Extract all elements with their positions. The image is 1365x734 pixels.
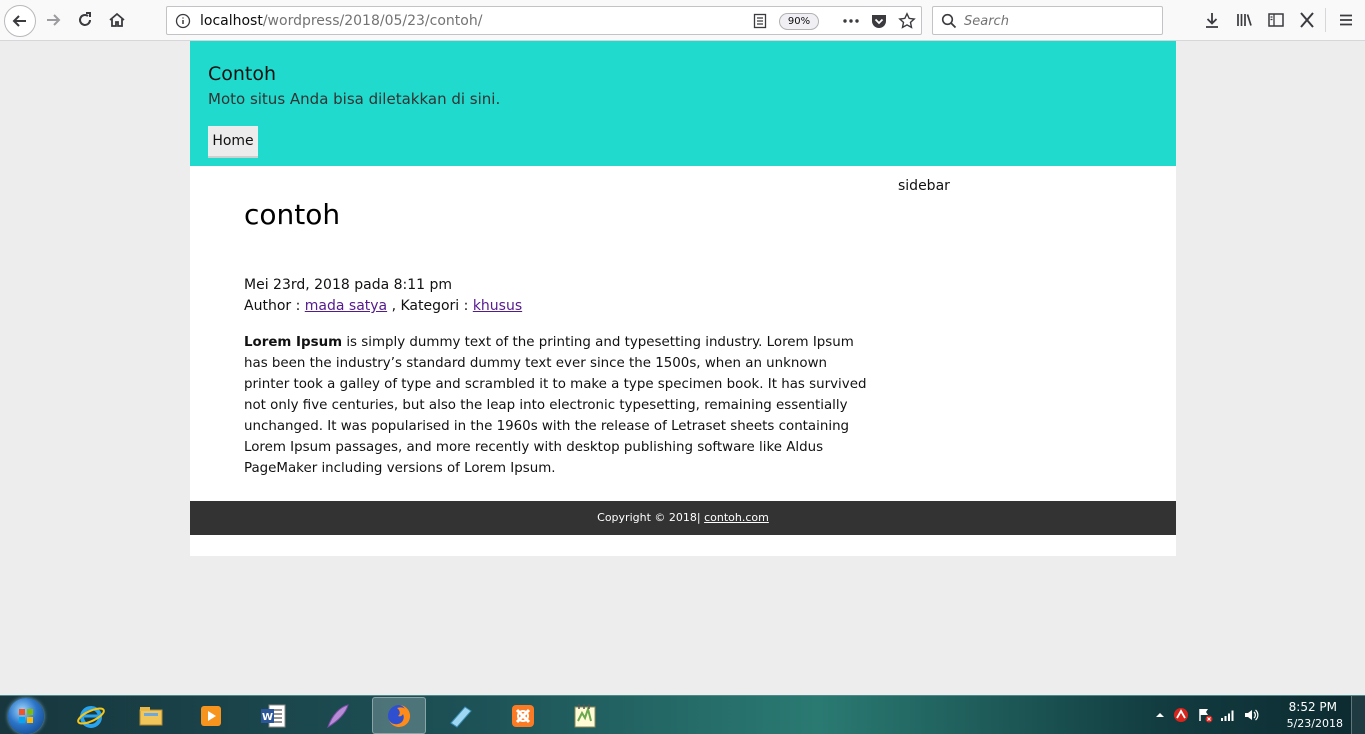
taskbar-xampp[interactable] <box>496 697 550 734</box>
bookmark-star-icon[interactable] <box>898 12 916 30</box>
word-icon: W <box>261 704 286 727</box>
firefox-icon <box>388 704 411 727</box>
taskbar-media-player[interactable] <box>184 697 238 734</box>
windows-taskbar: W 8:52 PM 5/23/2018 <box>0 695 1365 734</box>
sidebar-toggle-button[interactable] <box>1263 7 1289 33</box>
category-label: , Kategori : <box>387 298 473 314</box>
site-description: Moto situs Anda bisa diletakkan di sini. <box>208 90 501 108</box>
back-button[interactable] <box>4 5 36 37</box>
reload-icon <box>79 12 91 26</box>
url-text[interactable]: localhost/wordpress/2018/05/23/contoh/ <box>200 13 482 29</box>
search-input[interactable]: Search <box>932 6 1163 35</box>
media-player-icon <box>201 705 221 726</box>
start-button[interactable] <box>8 698 44 734</box>
footer-link[interactable]: contoh.com <box>704 511 769 524</box>
pocket-icon[interactable] <box>870 12 888 30</box>
url-bar[interactable]: localhost/wordpress/2018/05/23/contoh/ 9… <box>166 6 922 35</box>
sidebar-icon <box>1268 13 1284 27</box>
notes-icon <box>450 705 472 728</box>
post-title: contoh <box>244 198 341 231</box>
menu-button[interactable] <box>1333 7 1359 33</box>
post-content: Lorem Ipsum is simply dummy text of the … <box>244 332 874 479</box>
zoom-indicator[interactable]: 90% <box>779 13 819 30</box>
footer-copyright: Copyright © 2018| <box>597 511 705 524</box>
post-body: is simply dummy text of the printing and… <box>244 335 867 476</box>
taskbar-firefox[interactable] <box>372 697 426 734</box>
tray-expand-icon[interactable] <box>1155 710 1165 720</box>
taskbar-notes-app[interactable] <box>434 697 488 734</box>
site-footer: Copyright © 2018| contoh.com <box>190 501 1176 535</box>
library-icon <box>1237 14 1252 26</box>
category-link[interactable]: khusus <box>473 298 522 314</box>
sidebar-label: sidebar <box>898 178 950 194</box>
volume-icon[interactable] <box>1243 707 1259 723</box>
search-icon <box>941 13 957 29</box>
forward-button[interactable] <box>40 7 66 33</box>
more-actions-icon[interactable] <box>842 13 860 29</box>
clock-date[interactable]: 5/23/2018 <box>1287 717 1343 730</box>
page-container: Contoh Moto situs Anda bisa diletakkan d… <box>190 41 1176 556</box>
taskbar-word[interactable]: W <box>246 697 300 734</box>
feather-icon <box>327 703 349 728</box>
taskbar-internet-explorer[interactable] <box>64 697 118 734</box>
download-icon <box>1206 13 1218 28</box>
network-signal-icon[interactable] <box>1220 707 1236 723</box>
windows-logo-icon <box>19 709 33 723</box>
antivirus-icon[interactable] <box>1173 707 1189 723</box>
arrow-right-icon <box>47 14 61 26</box>
post-lead: Lorem Ipsum <box>244 335 343 350</box>
show-desktop-button[interactable] <box>1351 696 1365 734</box>
taskbar-feather-app[interactable] <box>310 697 364 734</box>
action-center-icon[interactable] <box>1197 707 1213 723</box>
post-date: Mei 23rd, 2018 pada 8:11 pm <box>244 277 453 293</box>
toolbar-divider <box>1325 8 1326 32</box>
library-button[interactable] <box>1231 7 1257 33</box>
home-button[interactable] <box>104 7 130 33</box>
site-title[interactable]: Contoh <box>208 63 276 85</box>
internet-explorer-icon <box>77 705 105 728</box>
reload-button[interactable] <box>72 7 98 33</box>
taskbar-file-explorer[interactable] <box>124 697 178 734</box>
nav-item-home[interactable]: Home <box>208 126 258 158</box>
folder-icon <box>139 706 163 725</box>
svg-text:W: W <box>262 712 273 723</box>
browser-toolbar: localhost/wordpress/2018/05/23/contoh/ 9… <box>0 0 1365 41</box>
clock-time[interactable]: 8:52 PM <box>1289 700 1337 714</box>
system-tray: 8:52 PM 5/23/2018 <box>1155 696 1365 734</box>
reader-view-icon[interactable] <box>752 13 768 29</box>
hamburger-menu-icon <box>1340 14 1352 26</box>
author-link[interactable]: mada satya <box>305 298 387 314</box>
site-header: Contoh Moto situs Anda bisa diletakkan d… <box>190 41 1176 166</box>
xampp-icon <box>512 704 534 727</box>
taskbar-notepad-plus-plus[interactable] <box>558 697 612 734</box>
info-icon <box>175 13 191 29</box>
notepad-plus-plus-icon <box>574 703 596 727</box>
downloads-button[interactable] <box>1199 7 1225 33</box>
author-label: Author : <box>244 298 305 314</box>
home-icon <box>109 12 125 27</box>
arrow-left-icon <box>12 15 26 27</box>
search-placeholder: Search <box>964 14 1009 29</box>
x-extension-icon <box>1300 12 1314 28</box>
post-meta: Author : mada satya , Kategori : khusus <box>244 298 522 314</box>
extension-button[interactable] <box>1294 7 1320 33</box>
